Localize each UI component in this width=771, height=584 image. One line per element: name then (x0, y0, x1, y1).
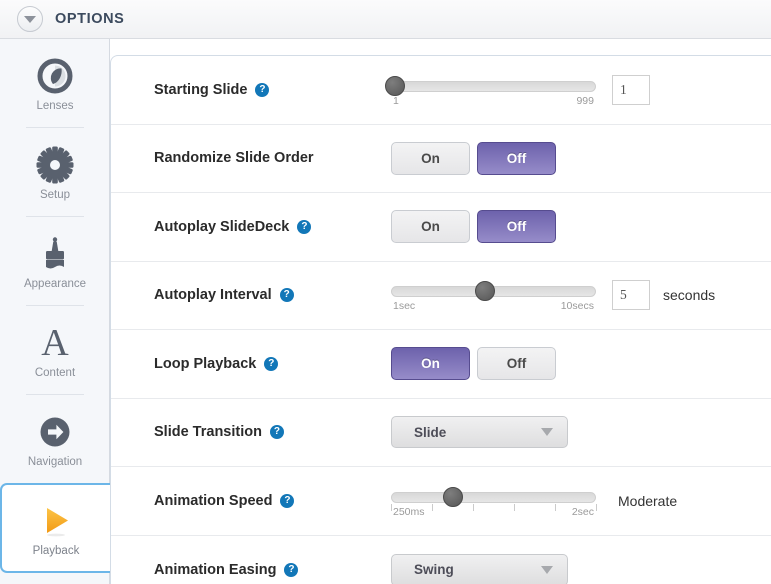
help-icon[interactable]: ? (280, 493, 295, 508)
slider-track[interactable] (391, 491, 596, 503)
sidebar-item-label: Setup (39, 188, 71, 201)
settings-row: Loop Playback? On Off (111, 330, 771, 399)
unit-label: seconds (663, 287, 716, 304)
row-label-autoplay-interval: Autoplay Interval? (154, 287, 294, 303)
dropdown-animation-easing[interactable]: Swing (391, 553, 568, 584)
toggle-group-randomize-slide-order: On Off (391, 141, 556, 175)
slider-track[interactable] (391, 80, 596, 92)
sidebar-item-label: Content (34, 366, 76, 379)
control-area: Slide (391, 416, 568, 449)
toggle-group-loop-playback: On Off (391, 347, 556, 381)
slider-max-label: 2sec (571, 505, 594, 518)
settings-panel: Starting Slide? 1 999 1 Randomize Slide Orde… (110, 55, 771, 584)
row-label-randomize-slide-order: Randomize Slide Order (154, 150, 314, 166)
chevron-down-icon (541, 565, 553, 574)
control-area: 1 999 1 (385, 73, 650, 107)
value-input-autoplay-interval[interactable]: 5 (612, 280, 650, 311)
row-label-text: Randomize Slide Order (154, 150, 314, 167)
sidebar-item-playback[interactable]: Playback (0, 483, 110, 573)
toggle-off-loop-playback[interactable]: Off (477, 347, 556, 381)
sidebar-item-label: Navigation (27, 455, 83, 468)
control-area: 250ms 2sec Moderate (391, 484, 677, 518)
sidebar-item-appearance[interactable]: Appearance (0, 217, 110, 305)
slider-max-label: 10secs (560, 300, 594, 313)
lens-icon (36, 55, 74, 97)
sidebar-item-setup[interactable]: Setup (0, 128, 110, 216)
slider-min-label: 1sec (393, 300, 416, 313)
body-area: Lenses Setup Appearance A Content Navigation P… (0, 39, 771, 584)
slider-starting-slide[interactable]: 1 999 (385, 73, 596, 107)
row-label-loop-playback: Loop Playback? (154, 355, 279, 372)
gear-icon (36, 144, 74, 186)
sidebar-item-label: Lenses (36, 99, 74, 112)
control-area: Swing (391, 553, 568, 584)
row-label-text: Slide Transition (154, 424, 262, 441)
help-icon[interactable]: ? (279, 288, 294, 303)
help-icon[interactable]: ? (264, 356, 279, 371)
settings-row: Slide Transition? Slide (111, 399, 771, 467)
slider-min-label: 1 (393, 94, 399, 107)
sidebar-item-label: Appearance (23, 277, 87, 290)
options-header-bar: OPTIONS (0, 0, 771, 39)
sidebar: Lenses Setup Appearance A Content Navigation P… (0, 39, 110, 584)
row-label-starting-slide: Starting Slide? (154, 81, 270, 98)
settings-row: Autoplay Interval? 1sec 10secs 5 seconds (111, 262, 771, 330)
row-label-animation-speed: Animation Speed? (154, 492, 295, 509)
slider-min-label: 250ms (393, 505, 425, 518)
sidebar-item-label: Playback (32, 544, 80, 557)
toggle-off-randomize-slide-order[interactable]: Off (477, 141, 556, 175)
play-icon (36, 500, 76, 542)
settings-row: Autoplay SlideDeck? On Off (111, 193, 771, 262)
value-input-starting-slide[interactable]: 1 (612, 74, 650, 105)
row-label-text: Loop Playback (154, 355, 257, 372)
settings-row: Randomize Slide Order On Off (111, 125, 771, 193)
control-area: On Off (391, 347, 556, 381)
control-area: On Off (391, 210, 556, 244)
control-area: 1sec 10secs 5 seconds (391, 278, 715, 312)
row-label-slide-transition: Slide Transition? (154, 424, 284, 440)
brush-icon (36, 233, 74, 275)
arrow-right-circle-icon (36, 411, 74, 453)
slider-animation-speed[interactable]: 250ms 2sec (391, 484, 597, 518)
help-icon[interactable]: ? (255, 82, 270, 97)
row-label-text: Autoplay SlideDeck (154, 218, 290, 235)
toggle-on-randomize-slide-order[interactable]: On (391, 141, 470, 175)
help-icon[interactable]: ? (297, 219, 312, 234)
row-label-autoplay-slidedeck: Autoplay SlideDeck? (154, 218, 312, 235)
sidebar-item-lenses[interactable]: Lenses (0, 39, 110, 127)
slider-max-label: 999 (576, 94, 594, 107)
control-area: On Off (391, 141, 556, 175)
collapse-options-button[interactable] (17, 6, 43, 32)
slider-thumb[interactable] (385, 75, 406, 96)
toggle-group-autoplay-slidedeck: On Off (391, 210, 556, 244)
settings-row: Starting Slide? 1 999 1 (111, 56, 771, 125)
slider-autoplay-interval[interactable]: 1sec 10secs (391, 278, 596, 312)
row-label-text: Autoplay Interval (154, 287, 272, 304)
dropdown-selected-label: Swing (414, 562, 454, 578)
speed-value-label: Moderate (618, 492, 678, 509)
dropdown-selected-label: Slide (414, 424, 447, 440)
dropdown-slide-transition[interactable]: Slide (391, 416, 568, 449)
toggle-on-autoplay-slidedeck[interactable]: On (391, 210, 470, 244)
settings-row: Animation Speed? 250ms 2sec Moderate (111, 467, 771, 536)
caret-down-icon (24, 15, 36, 23)
row-label-animation-easing: Animation Easing? (154, 561, 299, 578)
row-label-text: Starting Slide (154, 81, 248, 98)
sidebar-item-navigation[interactable]: Navigation (0, 395, 110, 483)
sidebar-item-content[interactable]: A Content (0, 306, 110, 394)
chevron-down-icon (541, 428, 553, 437)
row-label-text: Animation Speed (154, 492, 273, 509)
letter-a-icon: A (41, 321, 69, 364)
help-icon[interactable]: ? (284, 562, 299, 577)
help-icon[interactable]: ? (269, 425, 284, 440)
slider-thumb[interactable] (442, 486, 463, 507)
toggle-off-autoplay-slidedeck[interactable]: Off (477, 210, 556, 244)
settings-row: Animation Easing? Swing (111, 536, 771, 584)
page-title: OPTIONS (55, 11, 125, 27)
toggle-on-loop-playback[interactable]: On (391, 347, 470, 381)
row-label-text: Animation Easing (154, 561, 277, 578)
slider-thumb[interactable] (475, 281, 496, 302)
